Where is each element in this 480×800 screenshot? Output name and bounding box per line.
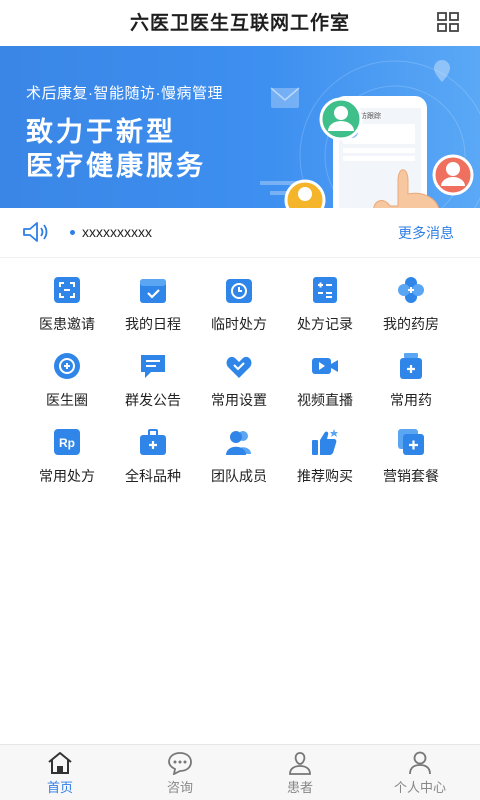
circle-icon <box>54 353 80 379</box>
tab-label: 患者 <box>286 780 313 795</box>
app-header: 六医卫医生互联网工作室 <box>0 0 480 46</box>
grid-item-label: 推荐购买 <box>297 468 353 484</box>
grid-item-label: 营销套餐 <box>383 468 439 484</box>
grid-item-general-variety[interactable]: 全科品种 <box>110 428 196 492</box>
medicine-icon <box>400 353 422 379</box>
medkit-icon <box>140 429 166 455</box>
grid-item-prescription-record[interactable]: 处方记录 <box>282 276 368 340</box>
grid-item-my-pharmacy[interactable]: 我的药房 <box>368 276 454 340</box>
chat-bubble-icon <box>168 752 192 775</box>
grid-item-label: 医患邀请 <box>39 316 95 332</box>
grid-item-label: 我的药房 <box>383 316 439 332</box>
grid-item-doctor-circle[interactable]: 医生圈 <box>24 352 110 416</box>
grid-item-label: 处方记录 <box>297 316 353 332</box>
grid-item-label: 常用药 <box>390 392 432 408</box>
more-messages-link[interactable]: 更多消息 <box>398 223 454 243</box>
user-icon <box>409 751 431 775</box>
scan-icon <box>54 277 80 303</box>
banner-subtitle: 术后康复·智能随访·慢病管理 <box>26 85 223 102</box>
grid-item-my-schedule[interactable]: 我的日程 <box>110 276 196 340</box>
grid-item-label: 医生圈 <box>46 392 88 408</box>
calendar-icon <box>140 279 166 303</box>
page-title: 六医卫医生互联网工作室 <box>129 13 350 34</box>
grid-item-label: 临时处方 <box>211 316 267 332</box>
grid-item-label: 群发公告 <box>125 392 181 408</box>
banner-slogan-line2: 医疗健康服务 <box>26 151 206 181</box>
grid-item-temp-prescription[interactable]: 临时处方 <box>196 276 282 340</box>
grid-item-common-prescription[interactable]: Rp 常用处方 <box>24 428 110 492</box>
grid-item-label: 常用设置 <box>211 392 267 408</box>
grid-item-label: 常用处方 <box>39 468 95 484</box>
bottom-tab-bar: 首页 咨询 患者 个人中心 <box>0 744 480 800</box>
team-icon <box>226 431 251 455</box>
grid-item-common-medicine[interactable]: 常用药 <box>368 352 454 416</box>
clover-icon <box>398 277 424 303</box>
notice-text[interactable]: xxxxxxxxxx <box>82 224 152 240</box>
rp-icon: Rp <box>54 429 80 455</box>
tab-label: 首页 <box>46 780 73 795</box>
tab-home[interactable]: 首页 <box>0 745 120 800</box>
grid-item-label: 全科品种 <box>125 468 181 484</box>
handshake-icon <box>226 356 252 378</box>
grid-menu-icon[interactable] <box>437 12 459 32</box>
tab-consult[interactable]: 咨询 <box>120 745 240 800</box>
patient-icon <box>289 752 311 775</box>
notice-bar: xxxxxxxxxx 更多消息 <box>0 208 480 258</box>
grid-item-patient-invite[interactable]: 医患邀请 <box>24 276 110 340</box>
thumbs-up-icon <box>312 429 338 455</box>
tab-patients[interactable]: 患者 <box>240 745 360 800</box>
svg-text:Rp: Rp <box>59 436 75 450</box>
grid-item-team-members[interactable]: 团队成员 <box>196 428 282 492</box>
grid-item-recommend-buy[interactable]: 推荐购买 <box>282 428 368 492</box>
home-icon <box>48 752 72 774</box>
grid-item-video-live[interactable]: 视频直播 <box>282 352 368 416</box>
grid-item-label: 我的日程 <box>125 316 181 332</box>
speaker-icon <box>23 222 48 242</box>
clock-icon <box>226 279 252 303</box>
grid-item-label: 团队成员 <box>211 468 267 484</box>
grid-item-label: 视频直播 <box>297 392 353 408</box>
tab-personal-center[interactable]: 个人中心 <box>360 745 480 800</box>
package-icon <box>398 429 424 455</box>
grid-item-common-settings[interactable]: 常用设置 <box>196 352 282 416</box>
chat-icon <box>141 355 165 378</box>
grid-item-group-announcement[interactable]: 群发公告 <box>110 352 196 416</box>
promo-banner[interactable]: 随访跟踪 术后康复·智能随访·慢病管理 致力于新型 医疗健康服务 <box>0 46 480 208</box>
grid-item-marketing-package[interactable]: 营销套餐 <box>368 428 454 492</box>
video-icon <box>312 358 338 374</box>
notice-dot <box>70 230 75 235</box>
record-icon <box>313 277 337 303</box>
tab-label: 咨询 <box>166 780 193 795</box>
tab-label: 个人中心 <box>393 780 446 795</box>
